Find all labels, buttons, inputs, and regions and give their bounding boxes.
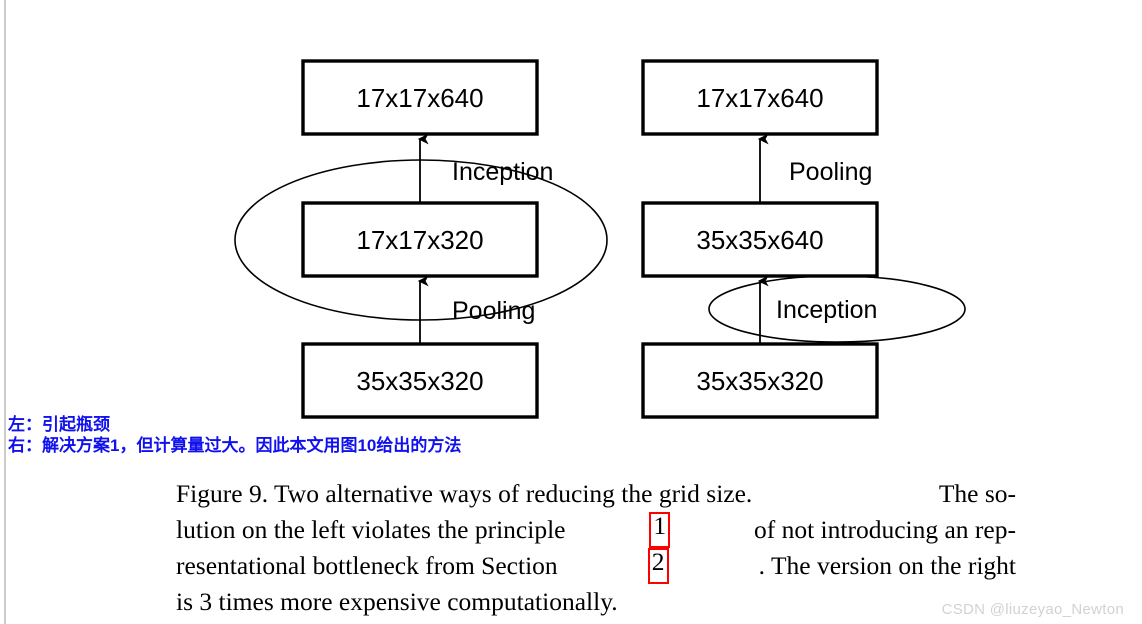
right-box-top: 17x17x640 — [641, 59, 879, 136]
caption-line-2-part-b: of not introducing an rep- — [753, 515, 1016, 544]
annotation-line-2: 右：解决方案1，但计算量过大。因此本文用图10给出的方法 — [8, 436, 462, 455]
caption-line-2: lution on the left violates the principl… — [176, 512, 1016, 548]
left-box-top: 17x17x640 — [301, 59, 539, 136]
caption-reference-link-1[interactable]: 1 — [649, 512, 671, 548]
right-box-top-label: 17x17x640 — [696, 83, 823, 113]
left-box-top-label: 17x17x640 — [356, 83, 483, 113]
annotation-line-1: 左：引起瓶颈 — [8, 415, 110, 434]
caption-line-1-part-a: Figure 9. Two alternative ways of reduci… — [176, 479, 753, 508]
left-edge-label-pooling: Pooling — [452, 297, 535, 325]
right-box-middle: 35x35x640 — [641, 201, 879, 278]
caption-reference-link-2[interactable]: 2 — [647, 548, 669, 584]
caption-line-3-part-b: . The version on the right — [758, 551, 1016, 580]
left-box-bottom: 35x35x320 — [301, 342, 539, 419]
right-box-bottom-label: 35x35x320 — [696, 366, 823, 396]
caption-line-1-part-b: The so- — [938, 479, 1016, 508]
left-box-middle: 17x17x320 — [301, 201, 539, 278]
caption-line-1: Figure 9. Two alternative ways of reduci… — [176, 476, 1016, 512]
caption-line-3-part-a: resentational bottleneck from Section — [176, 551, 558, 580]
left-edge-label-inception: Inception — [452, 158, 553, 186]
right-edge-label-pooling: Pooling — [789, 158, 872, 186]
figure-diagram: 17x17x640 17x17x320 35x35x320 Inception … — [0, 0, 1142, 430]
csdn-watermark: CSDN @liuzeyao_Newton — [941, 601, 1124, 618]
caption-line-4: is 3 times more expensive computationall… — [176, 587, 618, 616]
figure-caption: Figure 9. Two alternative ways of reduci… — [176, 476, 1016, 620]
figure-screenshot: 17x17x640 17x17x320 35x35x320 Inception … — [0, 0, 1142, 624]
right-edge-label-inception: Inception — [776, 296, 877, 324]
right-box-middle-label: 35x35x640 — [696, 225, 823, 255]
left-box-middle-label: 17x17x320 — [356, 225, 483, 255]
caption-line-3: resentational bottleneck from Section 2 … — [176, 548, 1016, 584]
caption-line-2-part-a: lution on the left violates the principl… — [176, 515, 566, 544]
right-box-bottom: 35x35x320 — [641, 342, 879, 419]
diagram-canvas: 17x17x640 17x17x320 35x35x320 Inception … — [234, 59, 966, 419]
chinese-annotation: 左：引起瓶颈 右：解决方案1，但计算量过大。因此本文用图10给出的方法 — [8, 414, 728, 456]
left-box-bottom-label: 35x35x320 — [356, 366, 483, 396]
